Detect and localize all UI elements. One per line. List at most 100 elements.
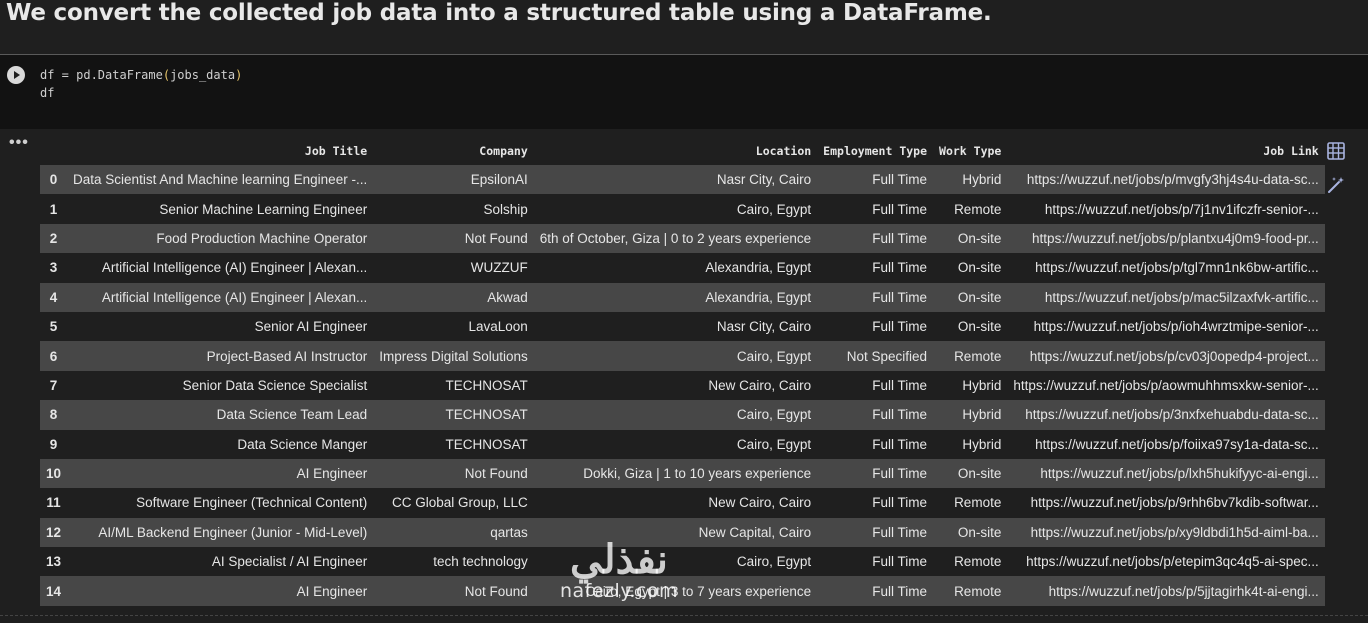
table-cell: Not Found <box>373 576 534 606</box>
table-cell: Full Time <box>817 517 934 548</box>
code-arg: jobs_data <box>170 68 236 82</box>
bottom-divider <box>0 615 1368 617</box>
table-cell: TECHNOSAT <box>373 429 534 459</box>
table-row: 4 Artificial Intelligence (AI) Engineer |… <box>40 282 1325 312</box>
table-cell: Full Time <box>817 282 934 312</box>
table-cell: Cairo, Egypt <box>533 400 818 430</box>
suggest-plot-button[interactable] <box>1322 171 1350 199</box>
column-header: Job Title <box>304 144 368 158</box>
row-index: 8 <box>40 400 68 430</box>
table-cell: Full Time <box>817 547 934 577</box>
table-cell: Remote <box>933 341 1008 371</box>
table-cell: AI Specialist / AI Engineer <box>67 547 374 577</box>
table-cell: https://wuzzuf.net/jobs/p/foiixa97sy1a-d… <box>1007 429 1325 459</box>
table-row: 14 AI Engineer Not Found Cairo, Egypt | 3 t… <box>40 576 1325 606</box>
table-cell: Remote <box>933 194 1008 224</box>
table-cell: Software Engineer (Technical Content) <box>67 488 374 518</box>
table-cell: https://wuzzuf.net/jobs/p/3nxfxehuabdu-d… <box>1007 400 1325 430</box>
table-row: 5 Senior AI Engineer LavaLoon Nasr City, Ca… <box>40 311 1325 342</box>
table-cell: Senior Data Science Specialist <box>67 370 374 401</box>
table-cell: AI Engineer <box>67 458 374 489</box>
table-cell: Full Time <box>817 370 934 401</box>
table-cell: Artificial Intelligence (AI) Engineer | … <box>67 253 374 283</box>
table-cell: Senior AI Engineer <box>67 311 374 342</box>
code-paren-close: ) <box>235 68 243 82</box>
table-cell: Data Science Team Lead <box>67 400 374 430</box>
table-cell: Food Production Machine Operator <box>67 223 374 254</box>
table-cell: EpsilonAI <box>373 165 534 195</box>
column-header: Job Link <box>1263 144 1319 158</box>
row-index: 1 <box>40 194 68 224</box>
table-cell: Hybrid <box>933 429 1008 459</box>
table-cell: Full Time <box>817 576 934 606</box>
table-cell: Full Time <box>817 458 934 489</box>
row-index: 4 <box>40 282 68 312</box>
table-cell: Cairo, Egypt <box>533 547 818 577</box>
table-cell: Data Scientist And Machine learning Engi… <box>67 165 374 195</box>
table-cell: AI Engineer <box>67 576 374 606</box>
table-cell: https://wuzzuf.net/jobs/p/mvgfy3hj4s4u-d… <box>1007 165 1325 195</box>
column-header: Work Type <box>939 144 1002 158</box>
table-cell: Senior Machine Learning Engineer <box>67 194 374 224</box>
table-cell: https://wuzzuf.net/jobs/p/plantxu4j0m9-f… <box>1007 223 1325 254</box>
row-index: 2 <box>40 223 68 254</box>
table-cell: Full Time <box>817 429 934 459</box>
table-row: 8 Data Science Team Lead TECHNOSAT Cairo, E… <box>40 400 1325 430</box>
table-cell: New Cairo, Cairo <box>533 488 818 518</box>
table-cell: New Cairo, Cairo <box>533 370 818 401</box>
table-cell: Not Specified <box>817 341 934 371</box>
output-menu-icon[interactable]: ••• <box>9 134 29 152</box>
row-index: 14 <box>40 576 68 606</box>
row-index: 11 <box>40 488 68 518</box>
table-cell: https://wuzzuf.net/jobs/p/etepim3qc4q5-a… <box>1007 547 1325 577</box>
table-cell: Not Found <box>373 458 534 489</box>
table-cell: AI/ML Backend Engineer (Junior - Mid-Lev… <box>67 517 374 548</box>
table-cell: On-site <box>933 311 1008 342</box>
table-cell: Cairo, Egypt | 3 to 7 years experience <box>533 576 818 606</box>
table-row: 10 AI Engineer Not Found Dokki, Giza | 1 to… <box>40 458 1325 489</box>
table-cell: On-site <box>933 282 1008 312</box>
table-cell: Alexandria, Egypt <box>533 282 818 312</box>
table-cell: Hybrid <box>933 370 1008 401</box>
table-row: 7 Senior Data Science Specialist TECHNOSAT… <box>40 370 1325 401</box>
table-view-button[interactable] <box>1322 137 1350 165</box>
table-cell: Hybrid <box>933 165 1008 195</box>
table-cell: Full Time <box>817 400 934 430</box>
table-cell: Remote <box>933 547 1008 577</box>
table-cell: Project-Based AI Instructor <box>67 341 374 371</box>
table-cell: Remote <box>933 576 1008 606</box>
table-cell: Cairo, Egypt <box>533 194 818 224</box>
row-index: 12 <box>40 517 68 548</box>
table-cell: https://wuzzuf.net/jobs/p/lxh5hukifyyc-a… <box>1007 458 1325 489</box>
row-index: 13 <box>40 547 68 577</box>
code-line-1-pre: df = pd.DataFrame <box>40 68 163 82</box>
table-icon <box>1327 142 1345 160</box>
row-index: 0 <box>40 165 68 195</box>
table-row: 2 Food Production Machine Operator Not Fou… <box>40 223 1325 254</box>
row-index: 6 <box>40 341 68 371</box>
table-cell: https://wuzzuf.net/jobs/p/cv03j0opedp4-p… <box>1007 341 1325 371</box>
table-cell: Cairo, Egypt <box>533 341 818 371</box>
table-cell: Impress Digital Solutions <box>373 341 534 371</box>
table-cell: Full Time <box>817 165 934 195</box>
output-side-toolbar <box>1322 137 1350 205</box>
row-index: 3 <box>40 253 68 283</box>
code-editor[interactable]: df = pd.DataFrame(jobs_data) df <box>40 66 242 102</box>
table-cell: Full Time <box>817 488 934 518</box>
table-header-row: Job Title Company Location Employment Type W… <box>40 137 1325 165</box>
table-cell: Full Time <box>817 311 934 342</box>
table-row: 3 Artificial Intelligence (AI) Engineer |… <box>40 253 1325 283</box>
table-row: 13 AI Specialist / AI Engineer tech techno… <box>40 547 1325 577</box>
table-cell: Solship <box>373 194 534 224</box>
run-cell-button[interactable] <box>7 66 25 84</box>
table-cell: New Capital, Cairo <box>533 517 818 548</box>
dataframe-table: Job Title Company Location Employment Type W… <box>40 137 1325 606</box>
row-index: 7 <box>40 370 68 401</box>
table-cell: https://wuzzuf.net/jobs/p/7j1nv1ifczfr-s… <box>1007 194 1325 224</box>
table-cell: Nasr City, Cairo <box>533 311 818 342</box>
row-index: 9 <box>40 429 68 459</box>
table-cell: https://wuzzuf.net/jobs/p/mac5ilzaxfvk-a… <box>1007 282 1325 312</box>
table-cell: CC Global Group, LLC <box>373 488 534 518</box>
page-heading: We convert the collected job data into a… <box>6 0 992 26</box>
table-cell: Hybrid <box>933 400 1008 430</box>
